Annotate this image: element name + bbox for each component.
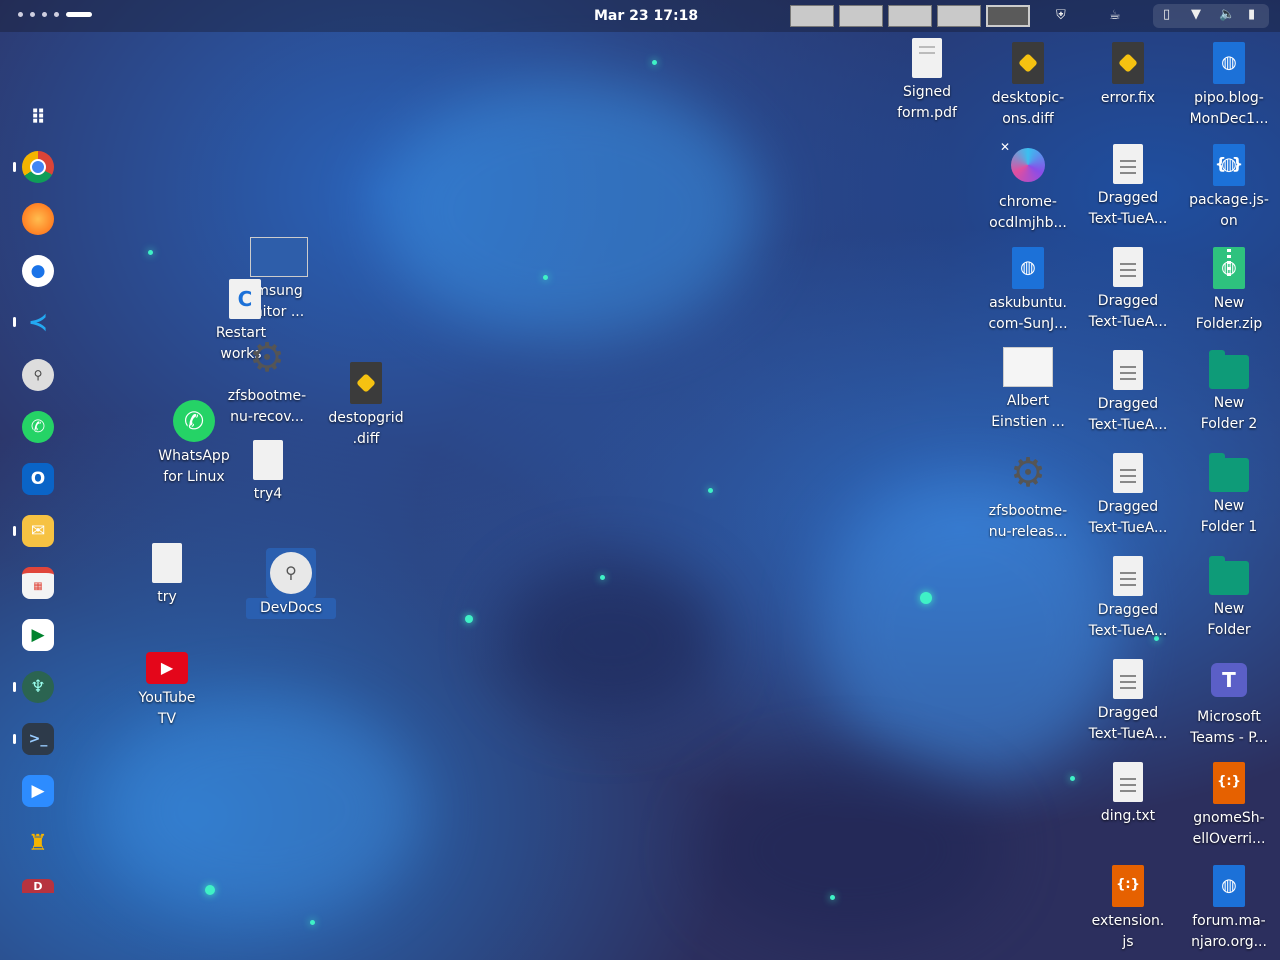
- diff-file-icon: [350, 362, 382, 404]
- desktop-item-new-folder-1[interactable]: New Folder 1: [1184, 453, 1274, 538]
- kraken-icon[interactable]: ♆: [22, 671, 54, 703]
- desktop-item-dragged-text-6[interactable]: Dragged Text-TueA...: [1083, 659, 1173, 745]
- workspace-preview[interactable]: [790, 5, 834, 27]
- text-file-icon: [1113, 453, 1143, 493]
- workspace-preview[interactable]: [937, 5, 981, 27]
- desktop-item-dragged-text-5[interactable]: Dragged Text-TueA...: [1083, 556, 1173, 642]
- clock[interactable]: Mar 23 17:18: [594, 8, 698, 24]
- desktop-item-new-folder-2[interactable]: New Folder 2: [1184, 350, 1274, 435]
- teams-icon: T: [1209, 659, 1249, 703]
- desktop-item-dragged-text-3[interactable]: Dragged Text-TueA...: [1083, 350, 1173, 436]
- desktop-item-new-folder-zip[interactable]: New Folder.zip: [1184, 247, 1274, 335]
- desktop-item-dragged-text-2[interactable]: Dragged Text-TueA...: [1083, 247, 1173, 333]
- gear-icon: ⚙: [249, 335, 285, 381]
- desktop-item-try4[interactable]: try4: [223, 440, 313, 505]
- desktop-item-pipo-blog[interactable]: pipo.blog- MonDec1...: [1184, 42, 1274, 130]
- desktop-item-gnomeshell-override[interactable]: gnomeSh- ellOverri...: [1184, 762, 1274, 850]
- desktop-item-package-json[interactable]: { } package.js- on: [1184, 144, 1274, 232]
- image-thumbnail: [250, 237, 308, 277]
- desktop-item-extension-js[interactable]: extension. js: [1083, 865, 1173, 953]
- calendar-icon[interactable]: ▦: [22, 567, 54, 599]
- text-file-icon: [253, 440, 283, 480]
- terminal-icon[interactable]: >_: [22, 723, 54, 755]
- outlook-icon[interactable]: O: [22, 463, 54, 495]
- pdf-file-icon: [912, 38, 942, 78]
- javascript-file-icon: [1112, 865, 1144, 907]
- whatsapp-icon[interactable]: ✆: [22, 411, 54, 443]
- text-file-icon: [1113, 762, 1143, 802]
- text-file-icon: [1113, 247, 1143, 287]
- desktop-item-ding-txt[interactable]: ding.txt: [1083, 762, 1173, 827]
- workspace-preview-current[interactable]: [986, 5, 1030, 27]
- phone-icon: ▯: [1163, 7, 1171, 22]
- workspace-dot-active[interactable]: [66, 12, 92, 17]
- workspace-dot[interactable]: [18, 12, 23, 17]
- desktop-item-einstein[interactable]: Albert Einstien ...: [983, 345, 1073, 433]
- workspace-previews: [790, 5, 1030, 27]
- desktop-item-zfsbootmenu-release[interactable]: ⚙ zfsbootme- nu-releas...: [983, 453, 1073, 543]
- battery-icon: ▮: [1248, 7, 1256, 22]
- app-icon[interactable]: D: [22, 879, 54, 893]
- workspace-dot[interactable]: [42, 12, 47, 17]
- text-file-icon: [152, 543, 182, 583]
- desktop-item-chrome-app[interactable]: ✕ chrome- ocdlmjhb...: [983, 140, 1073, 234]
- desktop-item-microsoft-teams[interactable]: T Microsoft Teams - P...: [1184, 659, 1274, 749]
- desktop-item-devdocs[interactable]: ⚲ DevDocs: [246, 548, 336, 619]
- text-file-icon: [1113, 350, 1143, 390]
- video-meet-icon[interactable]: ▶: [22, 619, 54, 651]
- magnifier-icon[interactable]: ⚲: [22, 359, 54, 391]
- desktop-item-dragged-text-4[interactable]: Dragged Text-TueA...: [1083, 453, 1173, 539]
- desktop-item-signed-form[interactable]: Signed form.pdf: [882, 38, 972, 124]
- workspace-preview[interactable]: [888, 5, 932, 27]
- workspace-dot[interactable]: [54, 12, 59, 17]
- zoom-icon[interactable]: ▶: [22, 775, 54, 807]
- diff-file-icon: [1112, 42, 1144, 84]
- text-file-icon: [1113, 556, 1143, 596]
- vscode-icon[interactable]: ≺: [22, 306, 54, 338]
- image-thumbnail: [1003, 347, 1053, 387]
- top-bar: Mar 23 17:18 ⛨ ☕ ▯ ▼ 🔈 ▮: [0, 0, 1280, 32]
- firefox-icon[interactable]: [22, 203, 54, 235]
- gear-icon: ⚙: [1010, 450, 1046, 496]
- whatsapp-icon: ✆: [173, 400, 215, 442]
- chrome-icon[interactable]: [22, 151, 54, 183]
- system-menu[interactable]: ▯ ▼ 🔈 ▮: [1153, 4, 1269, 28]
- web-link-icon: [1213, 865, 1245, 907]
- c-source-icon: C: [229, 279, 261, 319]
- workspace-preview[interactable]: [839, 5, 883, 27]
- javascript-file-icon: [1213, 762, 1245, 804]
- folder-icon: [1209, 453, 1249, 492]
- web-link-icon: [1012, 247, 1044, 289]
- mail-icon[interactable]: ✉: [22, 515, 54, 547]
- text-file-icon: [1113, 659, 1143, 699]
- json-file-icon: { }: [1213, 144, 1245, 186]
- app-grid-icon[interactable]: ⠿: [22, 101, 54, 133]
- wifi-icon: ▼: [1191, 7, 1201, 22]
- desktop-item-youtube-tv[interactable]: ▶ YouTube TV: [122, 648, 212, 730]
- workspace-dot[interactable]: [30, 12, 35, 17]
- diff-file-icon: [1012, 42, 1044, 84]
- kettle-icon[interactable]: ♜: [22, 827, 54, 859]
- desktop-item-askubuntu[interactable]: askubuntu. com-SunJ...: [983, 247, 1073, 335]
- devdocs-icon: ⚲: [266, 548, 316, 598]
- web-link-icon: [1213, 42, 1245, 84]
- folder-icon: [1209, 556, 1249, 595]
- copilot-icon: ✕: [1000, 140, 1048, 188]
- youtube-icon: ▶: [146, 652, 188, 684]
- desktop-item-error-fix[interactable]: error.fix: [1083, 42, 1173, 109]
- desktop-item-try[interactable]: try: [122, 543, 212, 608]
- desktop-item-destopgrid[interactable]: destopgrid .diff: [321, 362, 411, 450]
- chat-bubble-icon[interactable]: ●: [22, 255, 54, 287]
- workspace-indicator[interactable]: [18, 12, 92, 17]
- desktop-item-new-folder[interactable]: New Folder: [1184, 556, 1274, 641]
- zip-archive-icon: [1213, 247, 1245, 289]
- coffee-icon[interactable]: ☕: [1109, 8, 1121, 23]
- folder-icon: [1209, 350, 1249, 389]
- desktop-item-forum-manjaro[interactable]: forum.ma- njaro.org...: [1184, 865, 1274, 953]
- desktop-item-desktopicons-diff[interactable]: desktopic- ons.diff: [983, 42, 1073, 130]
- shield-icon[interactable]: ⛨: [1056, 8, 1066, 23]
- desktop-item-dragged-text-1[interactable]: Dragged Text-TueA...: [1083, 144, 1173, 230]
- volume-icon: 🔈: [1219, 7, 1236, 22]
- text-file-icon: [1113, 144, 1143, 184]
